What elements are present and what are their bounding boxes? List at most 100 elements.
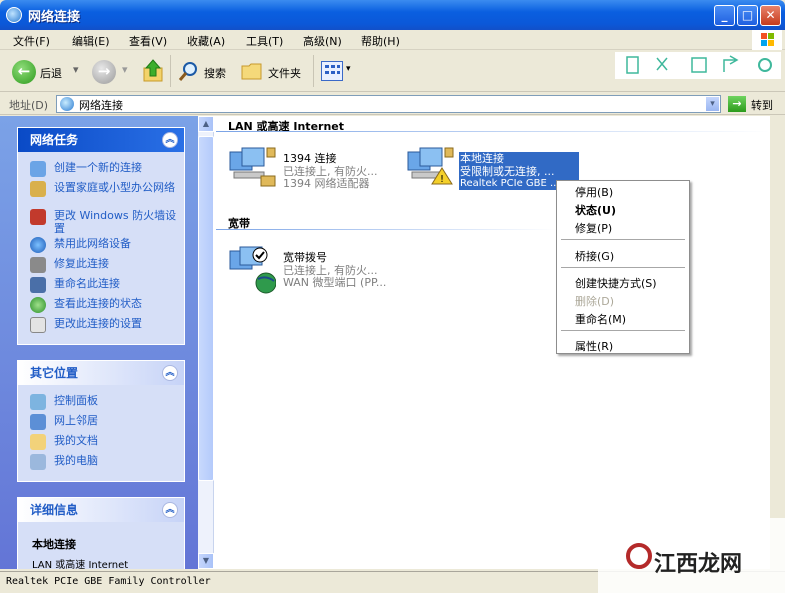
settings-checklist-icon [30,317,46,333]
views-icon[interactable] [321,61,343,81]
connection-broadband-name[interactable]: 宽带拨号 [283,252,327,264]
task-label: 修复此连接 [54,257,109,270]
folders-button-label[interactable]: 文件夹 [268,65,301,81]
go-arrow-icon[interactable]: → [728,96,746,112]
control-panel-icon [30,394,46,410]
place-network-neighborhood[interactable]: 网上邻居 [18,414,184,434]
collapse-chevron-icon[interactable]: ︽ [162,502,178,518]
task-disable-device[interactable]: 禁用此网络设备 [18,237,184,257]
details-title: 详细信息 [30,503,79,517]
scroll-up-icon[interactable]: ▲ [198,116,214,132]
network-connections-icon [6,7,22,23]
address-field[interactable] [56,95,721,113]
toolbar-separator [313,55,314,87]
ctx-delete: 删除(D) [575,295,615,308]
scroll-down-icon[interactable]: ▼ [198,553,214,569]
task-repair-connection[interactable]: 修复此连接 [18,257,184,277]
connection-1394[interactable] [228,146,276,193]
network-tasks-header[interactable]: 网络任务 ︽ [18,128,184,152]
menu-file[interactable]: 文件(F) [13,33,50,49]
connection-1394-name[interactable]: 1394 连接 [283,153,337,165]
watermark-text: 江西龙网 [654,552,743,577]
up-folder-icon[interactable] [142,58,164,84]
back-button-label[interactable]: 后退 [40,65,62,81]
back-arrow-icon[interactable]: ← [12,60,36,84]
connection-broadband-device: WAN 微型端口 (PP... [283,276,387,289]
group-divider [216,131,770,132]
network-neighborhood-icon [30,414,46,430]
broadband-connection-icon [229,246,277,294]
scrollbar-thumb[interactable] [198,136,214,481]
place-my-computer[interactable]: 我的电脑 [18,454,184,474]
search-button-label[interactable]: 搜索 [204,65,226,81]
task-label: 查看此连接的状态 [54,297,142,310]
task-rename-connection[interactable]: 重命名此连接 [18,277,184,297]
menu-advanced[interactable]: 高级(N) [303,33,342,49]
wrench-icon [30,257,46,273]
folders-icon[interactable] [241,61,265,81]
search-icon[interactable] [178,60,200,82]
ctx-separator [561,239,685,240]
status-icon [30,297,46,313]
new-connection-icon [30,161,46,177]
task-label: 创建一个新的连接 [54,161,142,174]
ctx-separator [561,330,685,331]
menu-favorites[interactable]: 收藏(A) [187,33,225,49]
address-label: 地址(D) [9,99,49,112]
vertical-scrollbar[interactable]: ▲ ▼ [198,116,214,569]
ctx-separator [561,267,685,268]
menu-view[interactable]: 查看(V) [129,33,167,49]
address-dropdown-icon[interactable]: ▾ [705,96,720,112]
connection-local-name[interactable]: 本地连接 [460,153,504,165]
task-view-status[interactable]: 查看此连接的状态 [18,297,184,317]
ctx-disable[interactable]: 停用(B) [575,184,613,200]
task-create-connection[interactable]: 创建一个新的连接 [18,161,184,181]
task-change-settings[interactable]: 更改此连接的设置 [18,317,184,337]
collapse-chevron-icon[interactable]: ︽ [162,365,178,381]
menu-edit[interactable]: 编辑(E) [72,33,110,49]
task-label: 设置家庭或小型办公网络 [54,181,175,194]
task-setup-home-network[interactable]: 设置家庭或小型办公网络 [18,181,184,209]
menu-tools[interactable]: 工具(T) [246,33,283,49]
ctx-status[interactable]: 状态(U) [575,202,616,218]
menu-help[interactable]: 帮助(H) [361,33,400,49]
maximize-button[interactable]: □ [737,5,758,26]
task-label: 重命名此连接 [54,277,120,290]
ctx-repair[interactable]: 修复(P) [575,220,612,236]
forward-dropdown-icon[interactable]: ▾ [122,63,128,76]
window-title: 网络连接 [28,10,81,25]
place-label: 控制面板 [54,394,98,407]
network-connections-icon [60,97,74,111]
ctx-create-shortcut[interactable]: 创建快捷方式(S) [575,275,657,291]
go-button-label[interactable]: 转到 [751,97,773,113]
place-my-documents[interactable]: 我的文档 [18,434,184,454]
place-label: 我的电脑 [54,454,98,467]
task-label: 更改 Windows 防火墙设置 [54,209,177,235]
details-header[interactable]: 详细信息 ︽ [18,498,184,522]
ctx-properties[interactable]: 属性(R) [575,338,613,354]
ctx-bridge[interactable]: 桥接(G) [575,248,614,264]
address-value[interactable]: 网络连接 [79,97,123,113]
collapse-chevron-icon[interactable]: ︽ [162,132,178,148]
views-dropdown-icon[interactable]: ▾ [346,64,351,74]
task-label: 更改此连接的设置 [54,317,142,330]
place-label: 我的文档 [54,434,98,447]
place-control-panel[interactable]: 控制面板 [18,394,184,414]
windows-logo-icon [752,30,782,50]
connection-broadband[interactable] [228,245,277,298]
ctx-rename[interactable]: 重命名(M) [575,311,626,327]
close-button[interactable]: ✕ [760,5,781,26]
home-network-icon [30,181,46,197]
other-places-title: 其它位置 [30,366,79,380]
title-bar[interactable] [0,0,785,30]
minimize-button[interactable]: _ [714,5,735,26]
other-places-header[interactable]: 其它位置 ︽ [18,361,184,385]
place-label: 网上邻居 [54,414,98,427]
connection-local-device: Realtek PCIe GBE ... [460,178,560,189]
network-tasks-title: 网络任务 [30,133,79,147]
context-menu: 停用(B) 状态(U) 修复(P) 桥接(G) 创建快捷方式(S) 删除(D) … [556,180,690,354]
back-dropdown-icon[interactable]: ▾ [73,63,79,76]
forward-arrow-icon[interactable]: → [92,60,116,84]
task-change-firewall[interactable]: 更改 Windows 防火墙设置 [18,209,184,237]
connection-local[interactable]: ! [406,146,454,193]
